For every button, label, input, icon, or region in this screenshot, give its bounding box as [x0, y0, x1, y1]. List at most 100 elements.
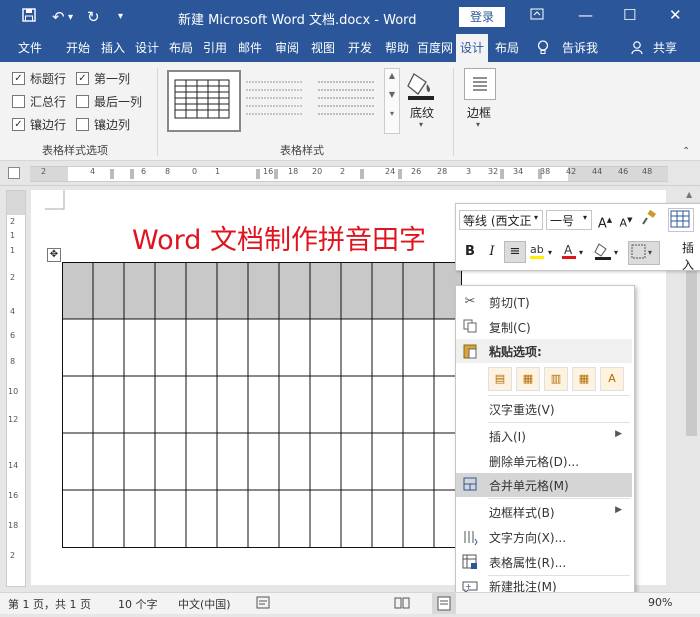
chevron-down-icon[interactable]: ▾	[476, 120, 480, 129]
last-column-checkbox[interactable]	[76, 95, 89, 108]
tab-baidu[interactable]: 百度网	[414, 34, 456, 62]
paste-merge-table-icon[interactable]: ▥	[544, 367, 568, 391]
shading-label[interactable]: 底纹	[410, 104, 434, 121]
format-painter-icon[interactable]	[639, 209, 659, 230]
word-count[interactable]: 10 个字	[118, 596, 158, 612]
chevron-down-icon[interactable]: ▾	[579, 248, 583, 257]
insert-label[interactable]: 插入	[682, 239, 700, 273]
header-row-label: 标题行	[30, 72, 67, 86]
read-mode-icon[interactable]	[394, 596, 410, 612]
total-row-checkbox[interactable]	[12, 95, 25, 108]
vertical-ruler[interactable]: 2 1 1 2 4 6 8 10 12 14 16 18 2	[6, 190, 26, 587]
menu-item-copy[interactable]: 复制(C)	[456, 315, 632, 339]
tab-design[interactable]: 设计	[130, 34, 164, 62]
header-row-checkbox[interactable]: ✓	[12, 72, 25, 85]
person-icon[interactable]	[631, 41, 644, 58]
banded-columns-checkbox[interactable]	[76, 118, 89, 131]
tab-layout[interactable]: 布局	[164, 34, 198, 62]
tab-stop-selector-icon[interactable]	[8, 167, 20, 179]
borders-dropdown-icon[interactable]: ▾	[628, 241, 660, 265]
undo-dropdown-icon[interactable]: ▾	[68, 12, 73, 23]
paste-keep-source-icon[interactable]: ▤	[488, 367, 512, 391]
table-style-plain-1[interactable]	[244, 70, 304, 128]
table-insert-icon[interactable]	[668, 208, 694, 232]
pinyin-grid-table[interactable]	[62, 262, 462, 548]
chevron-down-icon[interactable]: ▾	[583, 213, 587, 222]
tell-me-box[interactable]: 告诉我	[555, 34, 605, 62]
tab-table-layout[interactable]: 布局	[490, 34, 524, 62]
track-changes-icon[interactable]	[256, 596, 270, 612]
tab-view[interactable]: 视图	[306, 34, 340, 62]
table-style-plain-2[interactable]	[316, 70, 376, 128]
tab-file[interactable]: 文件	[8, 34, 52, 62]
redo-icon[interactable]: ↻	[87, 8, 100, 26]
close-icon[interactable]: ✕	[669, 6, 682, 24]
tab-table-design[interactable]: 设计	[456, 34, 488, 62]
font-name-box[interactable]: 等线 (西文正	[459, 210, 543, 230]
tab-review[interactable]: 审阅	[268, 34, 306, 62]
menu-item-table-properties[interactable]: 表格属性(R)...	[456, 550, 632, 574]
tab-insert[interactable]: 插入	[96, 34, 130, 62]
grow-font-icon[interactable]: A▲	[595, 210, 615, 231]
borders-icon[interactable]	[464, 68, 496, 100]
shrink-font-icon[interactable]: A▼	[616, 210, 636, 230]
tab-references[interactable]: 引用	[198, 34, 232, 62]
tab-home[interactable]: 开始	[60, 34, 96, 62]
menu-item-merge-cells[interactable]: 合并单元格(M)	[456, 473, 632, 497]
menu-item-reconversion[interactable]: 汉字重选(V)	[456, 397, 632, 421]
chevron-down-icon[interactable]: ▾	[548, 248, 552, 257]
tab-mailings[interactable]: 邮件	[232, 34, 268, 62]
paste-nest-table-icon[interactable]: ▦	[516, 367, 540, 391]
first-column-checkbox[interactable]: ✓	[76, 72, 89, 85]
total-row-label: 汇总行	[30, 95, 67, 109]
save-icon[interactable]	[22, 8, 36, 26]
minimize-icon[interactable]: —	[578, 6, 593, 24]
share-button[interactable]: 共享	[648, 34, 682, 62]
collapse-ribbon-icon[interactable]: ⌃	[682, 146, 690, 157]
font-color-icon[interactable]: A	[559, 242, 579, 262]
print-layout-icon[interactable]	[432, 593, 456, 614]
menu-item-insert[interactable]: 插入(I) ▶	[456, 424, 632, 448]
chevron-down-icon[interactable]: ▾	[419, 120, 423, 129]
styles-gallery-scroller[interactable]: ▲ ▼ ▾	[384, 68, 400, 134]
language-indicator[interactable]: 中文(中国)	[178, 596, 231, 612]
ribbon-display-options-icon[interactable]	[530, 6, 544, 24]
login-button[interactable]: 登录	[459, 7, 505, 27]
ruler-number: 3	[466, 167, 472, 176]
shading-icon[interactable]	[593, 242, 613, 262]
lightbulb-icon[interactable]	[537, 40, 549, 59]
italic-button[interactable]: I	[482, 242, 502, 262]
menu-item-text-direction[interactable]: 文字方向(X)...	[456, 525, 632, 549]
page-count[interactable]: 第 1 页，共 1 页	[8, 596, 91, 612]
chevron-down-icon[interactable]: ▾	[534, 213, 538, 222]
tab-developer[interactable]: 开发	[340, 34, 380, 62]
document-title[interactable]: Word 文档制作拼音田字	[132, 218, 426, 257]
borders-label[interactable]: 边框	[467, 104, 491, 121]
ruler-number: 8	[10, 357, 16, 366]
undo-icon[interactable]: ↶	[52, 8, 65, 26]
zoom-level[interactable]: 90%	[648, 596, 672, 609]
menu-item-label: 插入(I)	[489, 430, 526, 444]
shading-icon[interactable]	[406, 70, 436, 103]
ruler-number: 2	[10, 551, 16, 560]
paste-text-only-icon[interactable]: A	[600, 367, 624, 391]
ruler-number: 6	[10, 331, 16, 340]
table-style-grid-selected[interactable]	[167, 70, 241, 132]
ruler-number: 42	[566, 167, 577, 176]
menu-item-delete-cells[interactable]: 删除单元格(D)...	[456, 449, 632, 473]
bold-button[interactable]: B	[460, 242, 480, 262]
tab-help[interactable]: 帮助	[380, 34, 414, 62]
customize-quick-access-icon[interactable]: ▾	[118, 11, 123, 22]
highlight-icon[interactable]: ab	[528, 242, 548, 262]
menu-item-cut[interactable]: ✂ 剪切(T)	[456, 290, 632, 314]
font-size-value: 一号	[550, 214, 575, 228]
menu-item-border-styles[interactable]: 边框样式(B) ▶	[456, 500, 632, 524]
chevron-down-icon[interactable]: ▾	[614, 248, 618, 257]
align-center-icon[interactable]: ≡	[504, 241, 526, 263]
paste-overwrite-cells-icon[interactable]: ▦	[572, 367, 596, 391]
maximize-icon[interactable]: ☐	[623, 6, 636, 24]
table-move-handle-icon[interactable]: ✥	[47, 248, 61, 262]
horizontal-ruler[interactable]: 2 4 6 8 0 1 16 18 20 2 24 26 28 3 32 34 …	[0, 161, 700, 186]
banded-rows-checkbox[interactable]: ✓	[12, 118, 25, 131]
ruler-number: 4	[10, 307, 16, 316]
